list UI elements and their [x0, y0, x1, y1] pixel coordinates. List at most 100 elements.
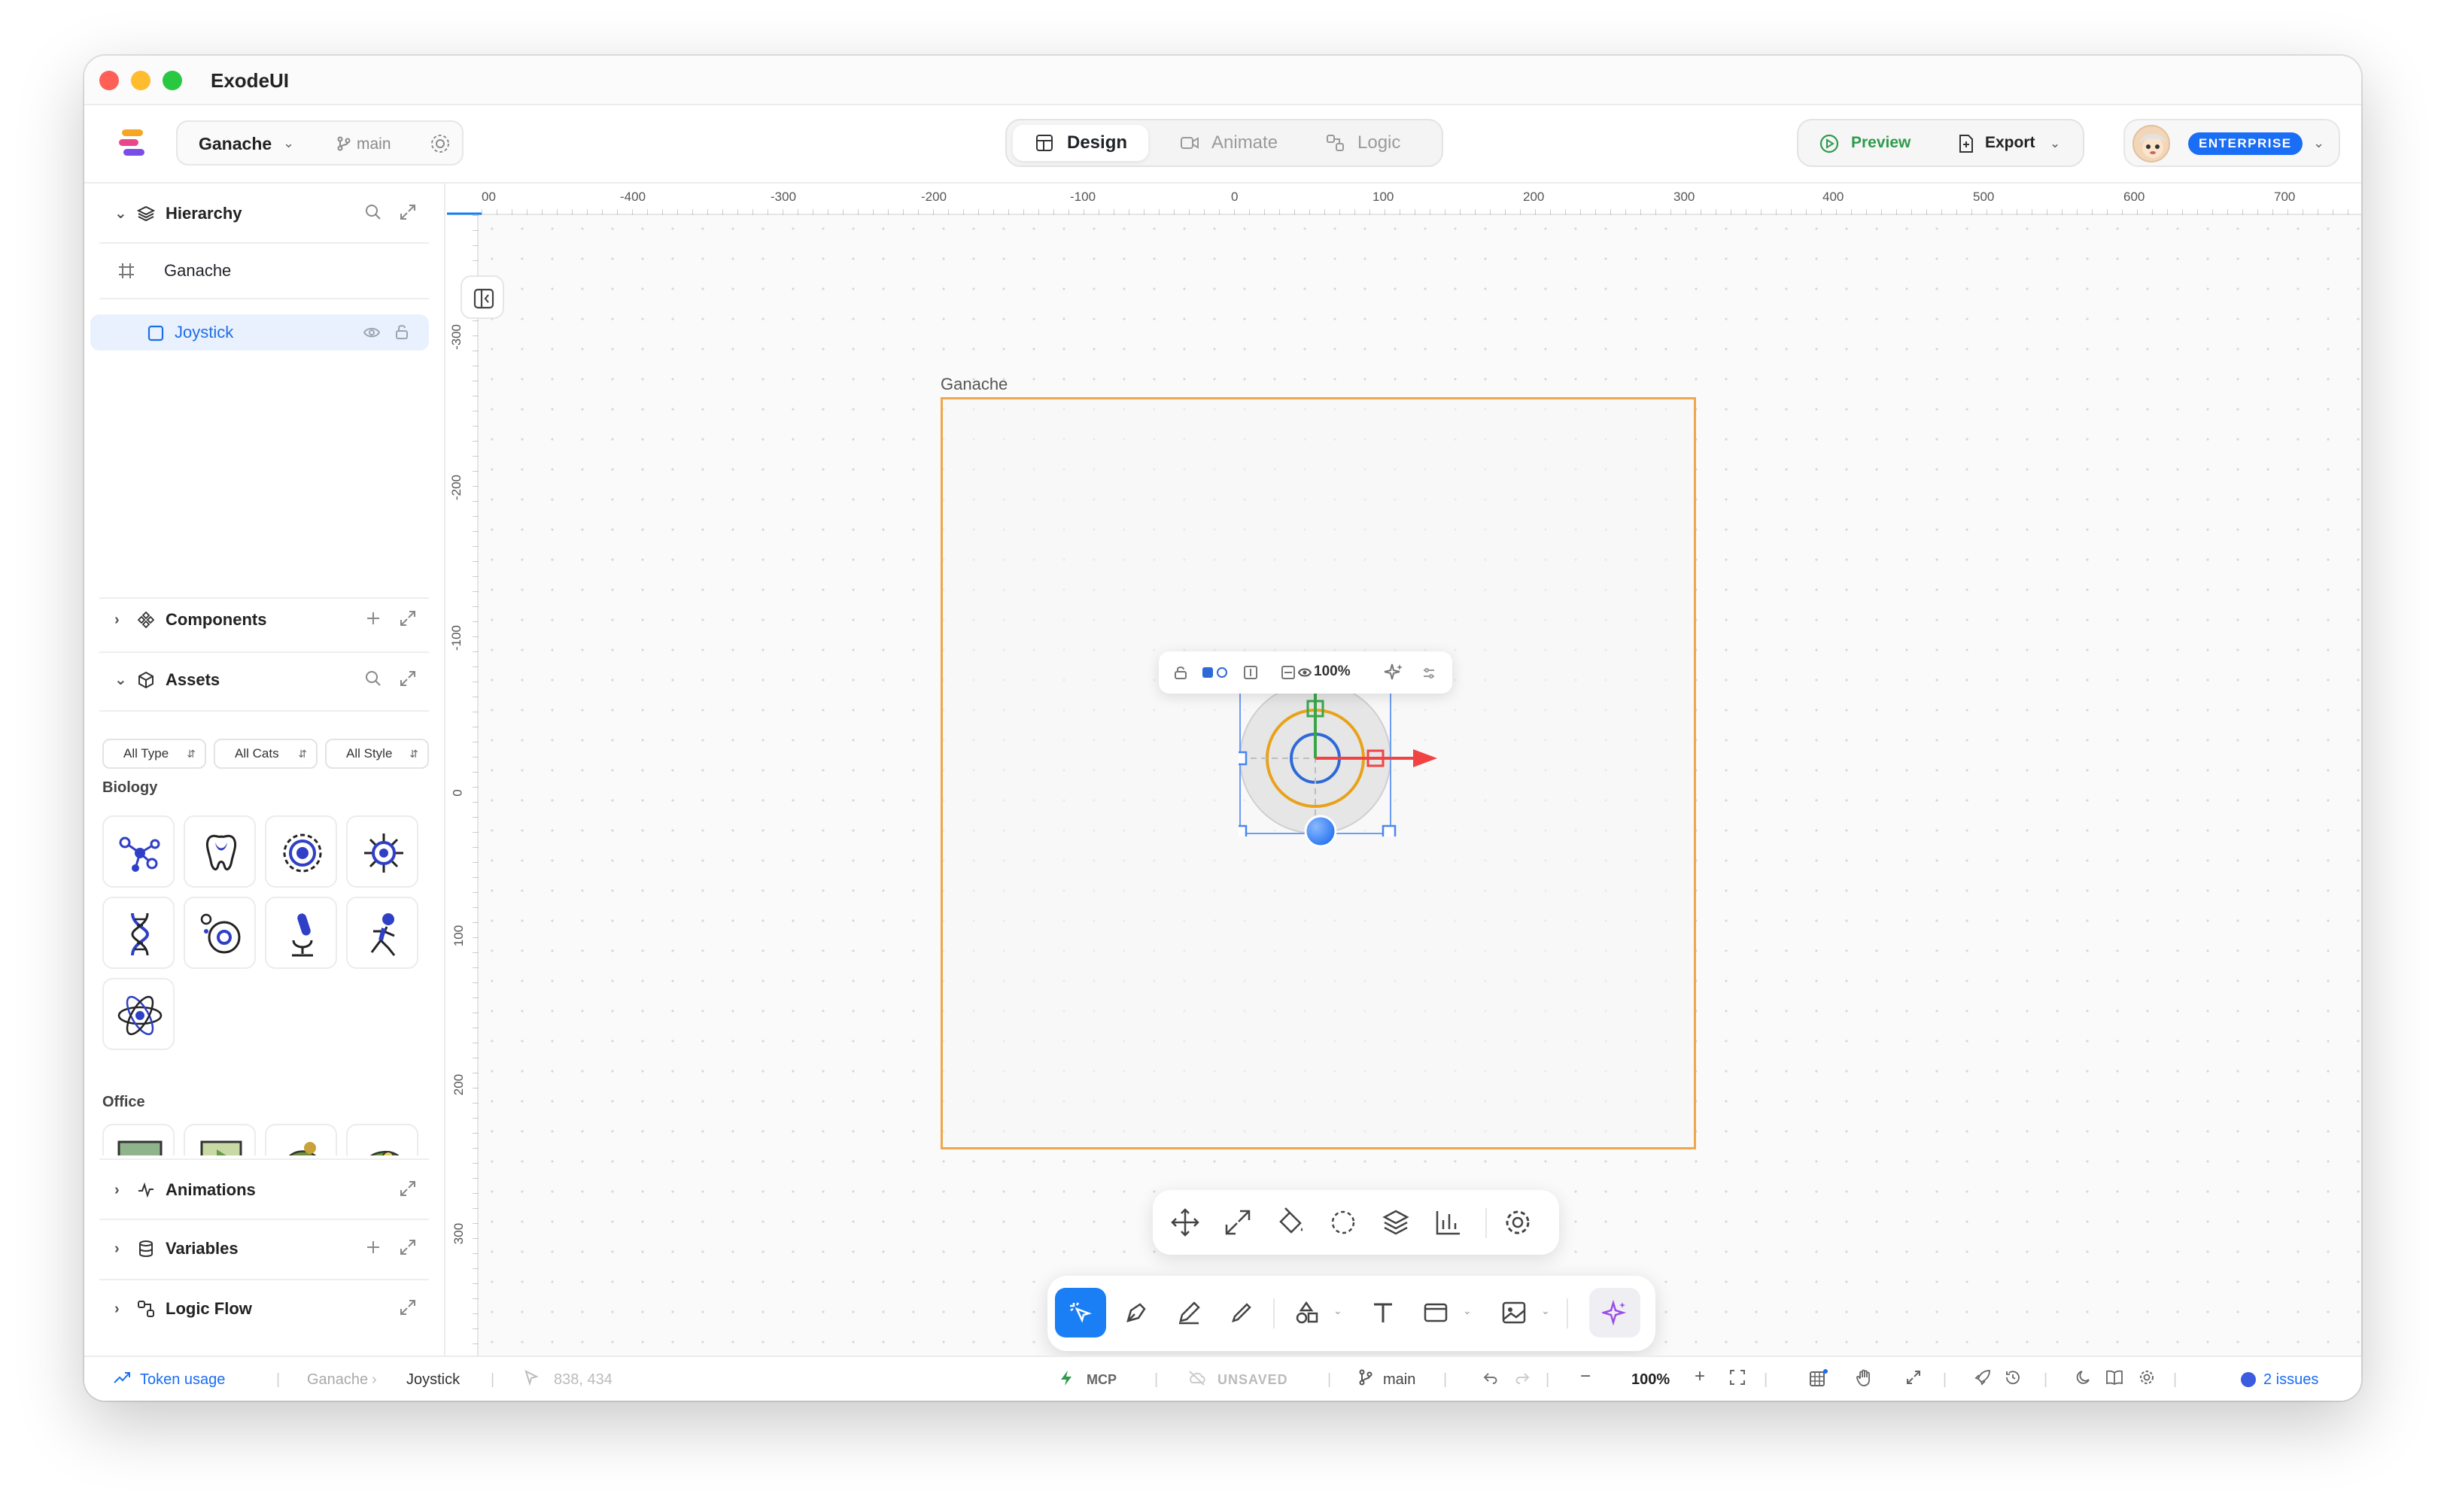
assets-header[interactable]: ⌄ Assets	[114, 665, 220, 695]
expand-icon[interactable]	[399, 1298, 417, 1316]
align-icon[interactable]	[1243, 665, 1258, 680]
history-icon[interactable]	[2005, 1369, 2021, 1386]
rocket-icon[interactable]	[1974, 1369, 1991, 1386]
layer-frame-ganache[interactable]: Ganache	[99, 253, 414, 289]
lock-icon[interactable]	[1174, 665, 1187, 680]
brush-tool-button[interactable]	[1216, 1288, 1267, 1337]
asset-category-filter[interactable]: All Cats ⇵	[214, 739, 318, 769]
gear-icon[interactable]	[2138, 1369, 2155, 1386]
asset-atom[interactable]	[102, 978, 175, 1050]
asset-cell[interactable]	[265, 815, 337, 888]
minimize-window-button[interactable]	[131, 71, 150, 90]
project-selector[interactable]: Ganache ⌄ main	[176, 120, 464, 165]
tab-design[interactable]: Design	[1013, 125, 1148, 161]
mcp-status[interactable]: MCP	[1087, 1371, 1117, 1389]
moon-icon[interactable]	[2075, 1369, 2092, 1386]
project-settings-icon[interactable]	[429, 132, 451, 155]
book-icon[interactable]	[2105, 1369, 2123, 1386]
eye-icon[interactable]	[363, 325, 381, 340]
variables-header[interactable]: › Variables	[114, 1234, 239, 1264]
move-icon[interactable]	[1169, 1207, 1201, 1238]
search-icon[interactable]	[364, 203, 382, 221]
search-icon[interactable]	[364, 669, 382, 688]
select-tool-button[interactable]	[1055, 1288, 1106, 1337]
breadcrumb-layer[interactable]: Joystick	[406, 1371, 460, 1389]
asset-molecule[interactable]	[102, 815, 175, 888]
asset-tooth[interactable]	[184, 815, 256, 888]
layers-icon[interactable]	[1380, 1207, 1412, 1238]
asset-microscope[interactable]	[265, 897, 337, 969]
preview-button[interactable]: Preview	[1819, 131, 1911, 155]
expand-icon[interactable]	[399, 203, 417, 221]
expand-icon[interactable]	[399, 1238, 417, 1256]
shapes-tool-button[interactable]	[1281, 1288, 1332, 1337]
ai-assist-button[interactable]	[1589, 1288, 1640, 1337]
undo-icon[interactable]	[1482, 1369, 1499, 1386]
paint-bucket-icon[interactable]	[1275, 1207, 1306, 1238]
breadcrumb-frame[interactable]: Ganache	[307, 1371, 368, 1389]
distribute-icon[interactable]	[1281, 665, 1296, 680]
user-menu[interactable]: ENTERPRISE ⌄	[2123, 119, 2340, 167]
grid-icon[interactable]	[1809, 1369, 1828, 1387]
zoom-out-button[interactable]: −	[1580, 1368, 1591, 1386]
tab-animate[interactable]: Animate	[1157, 125, 1300, 161]
layer-joystick[interactable]: Joystick	[90, 314, 429, 351]
frame-tool-button[interactable]	[1410, 1288, 1461, 1337]
joystick-knob[interactable]	[1303, 814, 1338, 849]
text-tool-button[interactable]	[1357, 1288, 1409, 1337]
export-button[interactable]: Export ⌄	[1958, 131, 2060, 156]
pencil-tool-button[interactable]	[1163, 1288, 1214, 1337]
eye-icon[interactable]	[1297, 666, 1312, 679]
asset-plant[interactable]	[265, 1124, 337, 1155]
branch-selector[interactable]: main	[337, 135, 391, 153]
asset-virus[interactable]	[346, 815, 418, 888]
asset-type-filter[interactable]: All Type ⇵	[102, 739, 206, 769]
chevron-down-icon[interactable]: ⌄	[1333, 1304, 1342, 1317]
sliders-icon[interactable]	[1422, 666, 1436, 680]
resize-icon[interactable]	[1222, 1207, 1254, 1238]
asset-mouse[interactable]	[346, 1124, 418, 1155]
asset-dna[interactable]	[102, 897, 175, 969]
expand-icon[interactable]	[399, 1180, 417, 1198]
frame-label[interactable]: Ganache	[941, 375, 1008, 394]
plus-icon[interactable]	[364, 1238, 382, 1256]
asset-whiteboard[interactable]	[102, 1124, 175, 1155]
bar-chart-icon[interactable]	[1433, 1207, 1464, 1238]
sidebar-toggle-button[interactable]	[461, 275, 504, 319]
logic-flow-header[interactable]: › Logic Flow	[114, 1294, 252, 1324]
tab-logic[interactable]: Logic	[1303, 125, 1431, 161]
lock-icon[interactable]	[394, 323, 409, 340]
plus-icon[interactable]	[364, 609, 382, 627]
close-window-button[interactable]	[99, 71, 119, 90]
hierarchy-header[interactable]: ⌄ Hierarchy	[114, 199, 242, 229]
asset-style-filter[interactable]: All Style ⇵	[325, 739, 429, 769]
fit-screen-icon[interactable]	[1729, 1369, 1746, 1386]
zoom-level[interactable]: 100%	[1631, 1371, 1670, 1389]
issues-link[interactable]: 2 issues	[2263, 1371, 2318, 1389]
fill-mode-icon[interactable]	[1201, 665, 1230, 680]
horizontal-ruler[interactable]: 00 -400 -300 -200 -100 0 100 200 300 400…	[447, 184, 2361, 215]
expand-icon[interactable]	[399, 609, 417, 627]
dashed-circle-icon[interactable]	[1327, 1207, 1359, 1238]
asset-runner[interactable]	[346, 897, 418, 969]
status-branch[interactable]: main	[1383, 1371, 1415, 1389]
zoom-window-button[interactable]	[163, 71, 182, 90]
zoom-in-button[interactable]: +	[1695, 1368, 1705, 1386]
expand-icon[interactable]	[1905, 1369, 1922, 1386]
animations-header[interactable]: › Animations	[114, 1175, 256, 1205]
image-tool-button[interactable]	[1488, 1288, 1540, 1337]
sparkles-icon[interactable]	[1383, 662, 1404, 683]
asset-presentation[interactable]	[184, 1124, 256, 1155]
vertical-ruler[interactable]: -300 -200 -100 0 100 200 300	[447, 215, 479, 1356]
token-usage-link[interactable]: Token usage	[140, 1371, 225, 1389]
chevron-down-icon[interactable]: ⌄	[1541, 1304, 1550, 1317]
opacity-value[interactable]: 100%	[1314, 663, 1351, 680]
design-canvas[interactable]: 00 -400 -300 -200 -100 0 100 200 300 400…	[447, 184, 2361, 1356]
chevron-down-icon[interactable]: ⌄	[1463, 1304, 1472, 1317]
gear-icon[interactable]	[1502, 1207, 1534, 1238]
asset-cell-division[interactable]	[184, 897, 256, 969]
redo-icon[interactable]	[1514, 1369, 1531, 1386]
hand-icon[interactable]	[1856, 1369, 1872, 1387]
expand-icon[interactable]	[399, 669, 417, 688]
components-header[interactable]: › Components	[114, 605, 266, 635]
